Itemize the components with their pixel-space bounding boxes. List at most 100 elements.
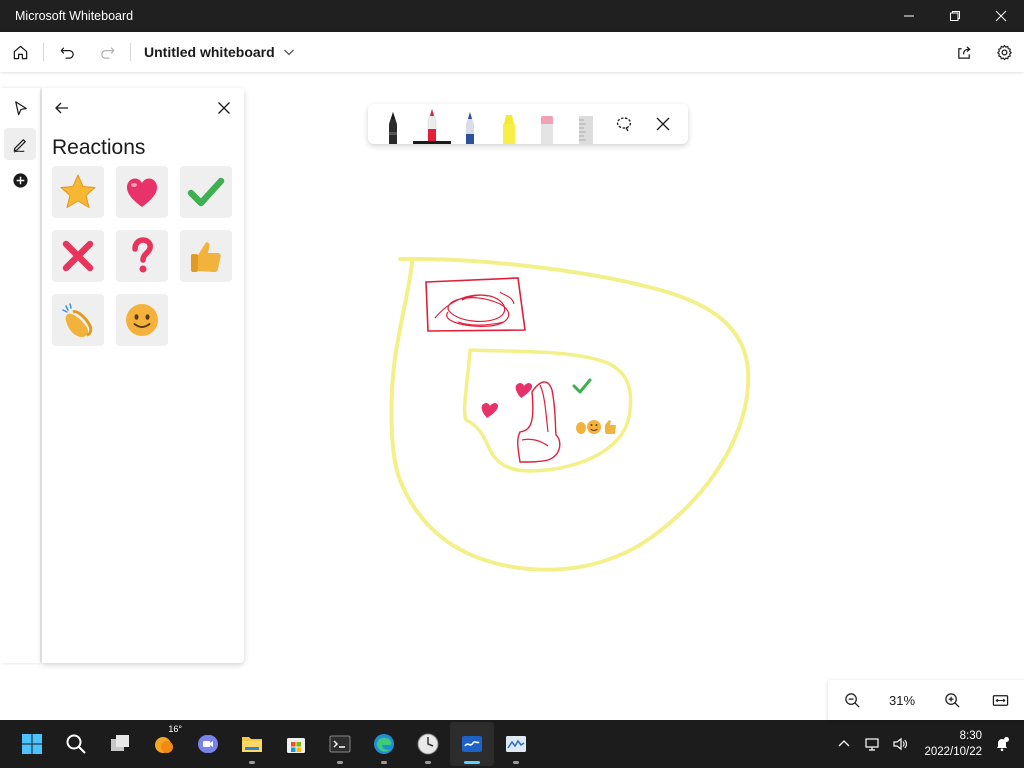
back-button[interactable] (50, 96, 74, 120)
edge-button[interactable] (362, 722, 406, 766)
highlighter-tool[interactable] (490, 104, 529, 144)
reaction-thumbs-up[interactable] (180, 230, 232, 282)
edge-browser-icon (374, 734, 394, 754)
close-window-button[interactable] (978, 0, 1024, 32)
red-ink-scribble (434, 294, 510, 327)
left-toolbar (0, 88, 40, 663)
fit-to-screen-button[interactable] (982, 682, 1018, 718)
ruler-tool[interactable] (567, 104, 606, 144)
close-panel-button[interactable] (212, 96, 236, 120)
taskbar: 16° 8:30 2022/10/22 (0, 720, 1024, 768)
zoom-in-icon (944, 692, 960, 708)
undo-button[interactable] (47, 32, 87, 72)
thumbs-up-reaction (605, 420, 616, 434)
reaction-question[interactable] (116, 230, 168, 282)
network-icon (865, 738, 880, 751)
whiteboard-title-button[interactable]: Untitled whiteboard (134, 44, 295, 60)
redo-button[interactable] (87, 32, 127, 72)
folder-icon (242, 737, 262, 752)
running-indicator (337, 761, 343, 764)
search-button[interactable] (54, 722, 98, 766)
pointer-icon (14, 100, 27, 115)
select-tool-button[interactable] (4, 92, 36, 124)
star-icon (60, 174, 96, 208)
teams-chat-button[interactable] (186, 722, 230, 766)
windows-logo-icon (22, 734, 42, 754)
running-indicator (381, 761, 387, 764)
show-hidden-icons-button[interactable] (832, 732, 856, 756)
clapping-hands-icon (62, 303, 93, 337)
terminal-icon (329, 735, 351, 753)
home-button[interactable] (0, 32, 40, 72)
reaction-star[interactable] (52, 166, 104, 218)
clock-app-button[interactable] (406, 722, 450, 766)
running-indicator (249, 761, 255, 764)
fit-screen-icon (992, 694, 1008, 706)
zoom-in-button[interactable] (934, 682, 970, 718)
running-indicator (464, 761, 480, 764)
terminal-button[interactable] (318, 722, 362, 766)
pen-toolbar (368, 104, 688, 144)
clap-reaction (576, 422, 586, 434)
smiley-reaction (590, 424, 593, 426)
lasso-select-button[interactable] (605, 104, 644, 144)
lasso-icon (617, 117, 632, 132)
restore-button[interactable] (932, 0, 978, 32)
share-icon (957, 45, 971, 59)
panel-header (42, 88, 244, 128)
whiteboard-title: Untitled whiteboard (144, 44, 275, 60)
monitor-app-button[interactable] (494, 722, 538, 766)
reaction-cross[interactable] (52, 230, 104, 282)
task-view-icon (111, 735, 129, 751)
store-button[interactable] (274, 722, 318, 766)
panel-title: Reactions (52, 136, 146, 159)
weather-widget[interactable]: 16° (142, 722, 186, 766)
clock-time: 8:30 (959, 730, 982, 742)
zoom-controls: 31% (828, 680, 1024, 720)
black-pen-tool[interactable] (374, 104, 413, 144)
zoom-level: 31% (888, 692, 916, 708)
monitor-icon (506, 736, 526, 752)
add-content-button[interactable] (4, 164, 36, 196)
whiteboard-button[interactable] (450, 722, 494, 766)
clock[interactable]: 8:30 2022/10/22 (914, 728, 988, 760)
close-icon (995, 10, 1007, 22)
checkmark-icon (187, 177, 225, 207)
reactions-panel: Reactions (42, 88, 244, 663)
task-view-button[interactable] (98, 722, 142, 766)
eraser-tool[interactable] (528, 104, 567, 144)
network-button[interactable] (860, 732, 884, 756)
file-explorer-button[interactable] (230, 722, 274, 766)
search-icon (66, 734, 86, 754)
ink-tool-button[interactable] (4, 128, 36, 160)
blue-pen-tool[interactable] (451, 104, 490, 144)
close-pen-toolbar-button[interactable] (644, 104, 683, 144)
reaction-clapping[interactable] (52, 294, 104, 346)
window-title: Microsoft Whiteboard (15, 9, 134, 23)
red-pen-tool[interactable] (412, 104, 451, 144)
divider (43, 43, 44, 61)
highlighter-stroke (389, 256, 751, 572)
blue-pen-icon (466, 112, 475, 144)
notifications-button[interactable] (990, 732, 1014, 756)
title-bar: Microsoft Whiteboard (0, 0, 1024, 32)
notification-icon (997, 737, 1009, 752)
whiteboard-icon (462, 736, 482, 752)
weather-sun-icon (155, 737, 173, 753)
smiley-icon (126, 304, 158, 336)
check-reaction (572, 378, 592, 394)
black-pen-icon (389, 112, 398, 144)
reaction-smiley[interactable] (116, 294, 168, 346)
reaction-heart[interactable] (116, 166, 168, 218)
share-button[interactable] (944, 32, 984, 72)
heart-reaction (515, 383, 533, 398)
thumbs-up-icon (191, 242, 221, 272)
volume-button[interactable] (888, 732, 912, 756)
start-button[interactable] (10, 722, 54, 766)
settings-button[interactable] (984, 32, 1024, 72)
reaction-checkmark[interactable] (180, 166, 232, 218)
minimize-button[interactable] (886, 0, 932, 32)
heart-icon (126, 178, 158, 207)
zoom-out-button[interactable] (834, 682, 870, 718)
question-mark-icon (132, 237, 153, 273)
